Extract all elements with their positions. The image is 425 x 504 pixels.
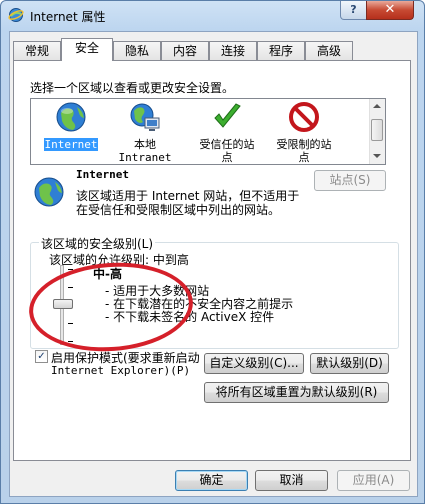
trusted-check-icon [214, 103, 241, 128]
zone-local-intranet-line2: Intranet [118, 151, 172, 164]
zone-scrollbar[interactable] [369, 99, 385, 164]
zone-prompt: 选择一个区域以查看或更改安全设置。 [30, 81, 235, 95]
scroll-down-icon[interactable] [373, 154, 381, 158]
restricted-icon [289, 102, 319, 132]
apply-button[interactable]: 应用(A) [337, 470, 410, 491]
protected-mode-checkbox[interactable]: ✓ [35, 350, 48, 363]
tab-security[interactable]: 安全 [61, 38, 113, 61]
tab-content[interactable]: 内容 [161, 41, 209, 60]
sites-button[interactable]: 站点(S) [314, 170, 386, 191]
selected-zone-title: Internet [76, 168, 129, 181]
help-button[interactable]: ? [340, 1, 367, 20]
zone-restricted-sites[interactable]: 受限制的站 点 [264, 101, 344, 164]
title-bar[interactable]: Internet 属性 ? ✕ [1, 1, 424, 31]
zone-restricted-line1: 受限制的站 [276, 138, 332, 151]
close-button[interactable]: ✕ [366, 1, 414, 20]
tab-advanced[interactable]: 高级 [305, 41, 353, 60]
zone-internet[interactable]: Internet [31, 101, 111, 151]
custom-level-button[interactable]: 自定义级别(C)... [204, 353, 304, 374]
tab-privacy[interactable]: 隐私 [113, 41, 161, 60]
scroll-up-icon[interactable] [373, 104, 381, 108]
zone-list: Internet 本地 Intranet 受信任的站 点 受限制的站 点 [30, 98, 386, 165]
ok-button[interactable]: 确定 [175, 470, 248, 491]
selected-zone-desc-line2: 在受信任和受限制区域中列出的网站。 [76, 203, 281, 217]
zone-restricted-line2: 点 [298, 151, 310, 164]
zone-trusted-sites[interactable]: 受信任的站 点 [187, 101, 267, 164]
tab-connections[interactable]: 连接 [209, 41, 257, 60]
default-level-button[interactable]: 默认级别(D) [310, 353, 389, 374]
internet-options-window: Internet 属性 ? ✕ 常规 安全 隐私 内容 连接 程序 高级 选择一… [0, 0, 425, 504]
globe-icon [56, 102, 86, 132]
reset-all-zones-button[interactable]: 将所有区域重置为默认级别(R) [204, 382, 389, 403]
zone-trusted-line2: 点 [221, 151, 233, 164]
zone-local-intranet[interactable]: 本地 Intranet [105, 101, 185, 164]
zone-internet-label: Internet [43, 138, 99, 151]
local-intranet-icon [130, 103, 160, 131]
tab-general[interactable]: 常规 [13, 41, 61, 60]
protected-mode-label-line2: Internet Explorer)(P) [51, 364, 191, 377]
tab-programs[interactable]: 程序 [257, 41, 305, 60]
security-level-group-title: 该区域的安全级别(L) [39, 235, 156, 252]
zone-local-intranet-line1: 本地 [134, 138, 156, 151]
window-title: Internet 属性 [30, 10, 106, 24]
ie-globe-icon [8, 8, 24, 22]
selected-zone-globe-icon [34, 177, 64, 207]
cancel-button[interactable]: 取消 [255, 470, 328, 491]
scroll-thumb[interactable] [371, 119, 383, 141]
zone-trusted-line1: 受信任的站 [199, 138, 255, 151]
